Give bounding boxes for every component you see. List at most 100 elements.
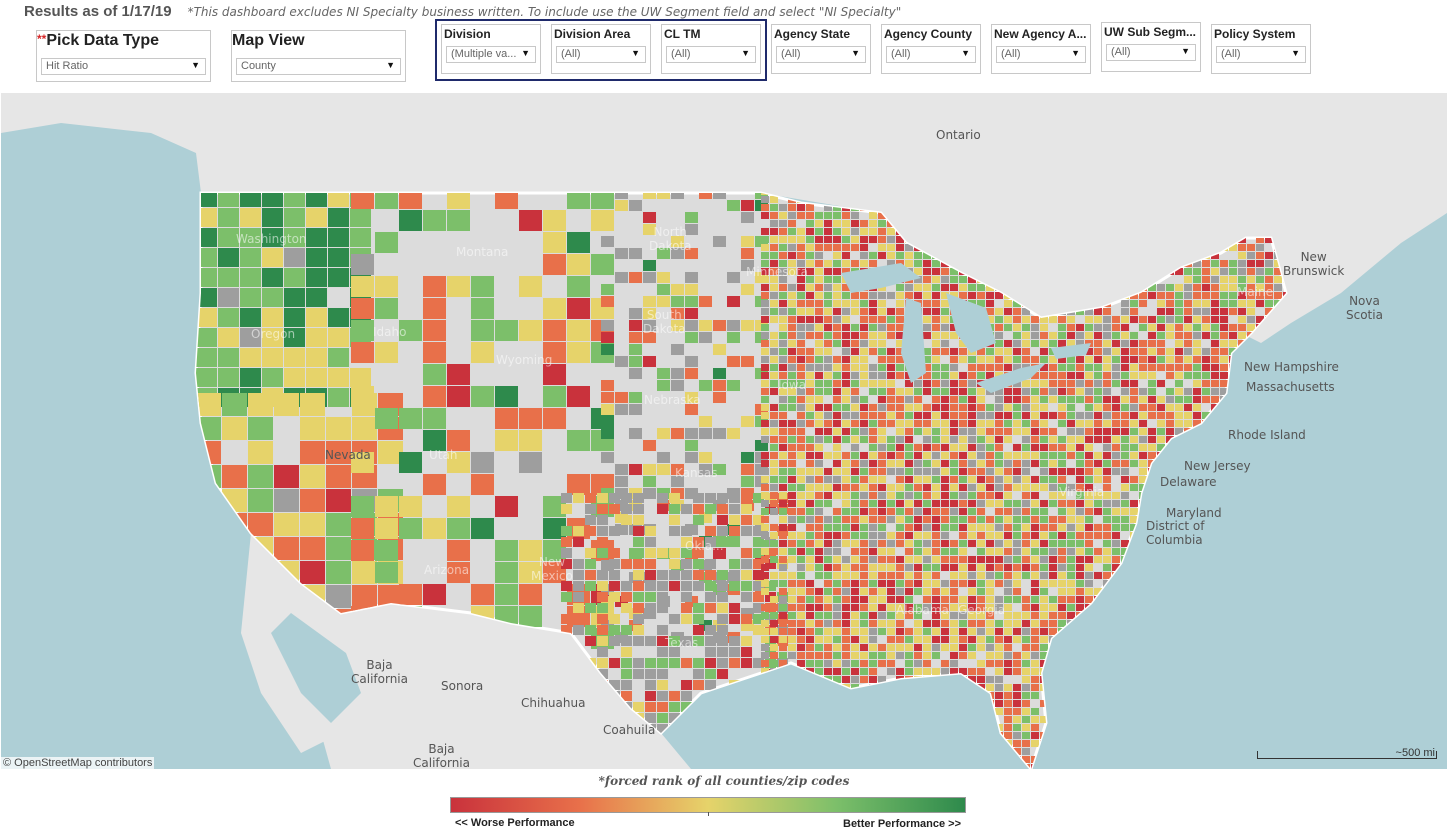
county-tile[interactable] [1247, 564, 1255, 571]
county-tile[interactable] [1067, 500, 1075, 507]
county-tile[interactable] [1031, 548, 1039, 555]
county-tile[interactable] [1166, 580, 1174, 587]
county-tile[interactable] [869, 468, 877, 475]
county-tile[interactable] [851, 444, 859, 451]
county-tile[interactable] [1274, 764, 1282, 769]
county-tile[interactable] [1112, 620, 1120, 627]
county-tile[interactable] [815, 572, 823, 579]
county-tile[interactable] [1085, 436, 1093, 443]
county-tile[interactable] [717, 625, 728, 635]
county-tile[interactable] [986, 628, 994, 635]
county-tile[interactable] [986, 420, 994, 427]
county-tile[interactable] [693, 559, 704, 569]
county-tile[interactable] [959, 356, 967, 363]
county-tile[interactable] [729, 735, 740, 745]
county-tile[interactable] [779, 684, 787, 691]
county-tile[interactable] [765, 757, 776, 767]
county-tile[interactable] [375, 540, 398, 561]
county-tile[interactable] [1121, 396, 1129, 403]
county-tile[interactable] [1067, 596, 1075, 603]
county-tile[interactable] [833, 548, 841, 555]
county-tile[interactable] [896, 596, 904, 603]
county-tile[interactable] [1022, 572, 1030, 579]
county-tile[interactable] [1067, 724, 1075, 731]
county-tile[interactable] [833, 588, 841, 595]
county-tile[interactable] [869, 748, 877, 755]
county-tile[interactable] [573, 592, 584, 602]
county-tile[interactable] [833, 508, 841, 515]
county-tile[interactable] [657, 603, 668, 613]
county-tile[interactable] [753, 713, 764, 723]
county-tile[interactable] [842, 236, 850, 243]
county-tile[interactable] [375, 408, 398, 429]
county-tile[interactable] [1013, 596, 1021, 603]
county-tile[interactable] [1112, 588, 1120, 595]
county-tile[interactable] [824, 580, 832, 587]
county-tile[interactable] [1157, 724, 1165, 731]
county-tile[interactable] [806, 380, 814, 387]
county-tile[interactable] [770, 596, 778, 603]
county-tile[interactable] [1229, 756, 1237, 763]
county-tile[interactable] [986, 492, 994, 499]
county-tile[interactable] [914, 564, 922, 571]
county-tile[interactable] [1274, 508, 1282, 515]
county-tile[interactable] [1004, 596, 1012, 603]
county-tile[interactable] [218, 348, 239, 367]
county-tile[interactable] [779, 668, 787, 675]
county-tile[interactable] [573, 625, 584, 635]
county-tile[interactable] [262, 348, 283, 367]
county-tile[interactable] [1184, 396, 1192, 403]
county-tile[interactable] [1211, 388, 1219, 395]
county-tile[interactable] [968, 292, 976, 299]
county-tile[interactable] [761, 644, 769, 651]
county-tile[interactable] [1094, 532, 1102, 539]
county-tile[interactable] [681, 691, 692, 701]
county-tile[interactable] [1265, 460, 1273, 467]
county-tile[interactable] [842, 436, 850, 443]
county-tile[interactable] [1031, 508, 1039, 515]
county-tile[interactable] [1256, 612, 1264, 619]
county-tile[interactable] [887, 356, 895, 363]
county-tile[interactable] [1148, 380, 1156, 387]
county-tile[interactable] [1067, 556, 1075, 563]
county-tile[interactable] [741, 581, 752, 591]
county-tile[interactable] [1103, 324, 1111, 331]
county-tile[interactable] [1004, 308, 1012, 315]
county-tile[interactable] [1148, 684, 1156, 691]
county-tile[interactable] [1283, 652, 1291, 659]
county-tile[interactable] [1166, 756, 1174, 763]
county-tile[interactable] [941, 676, 949, 683]
county-tile[interactable] [869, 476, 877, 483]
county-tile[interactable] [761, 428, 769, 435]
county-tile[interactable] [914, 516, 922, 523]
county-tile[interactable] [779, 588, 787, 595]
county-tile[interactable] [1148, 452, 1156, 459]
county-tile[interactable] [869, 484, 877, 491]
county-tile[interactable] [1184, 660, 1192, 667]
county-tile[interactable] [1130, 356, 1138, 363]
county-tile[interactable] [1283, 484, 1291, 491]
county-tile[interactable] [350, 368, 371, 387]
county-tile[interactable] [941, 700, 949, 707]
county-tile[interactable] [741, 212, 754, 223]
county-tile[interactable] [1193, 748, 1201, 755]
county-tile[interactable] [1283, 724, 1291, 731]
county-tile[interactable] [986, 364, 994, 371]
county-tile[interactable] [1076, 684, 1084, 691]
county-tile[interactable] [851, 292, 859, 299]
county-tile[interactable] [1283, 468, 1291, 475]
county-tile[interactable] [887, 588, 895, 595]
county-tile[interactable] [896, 436, 904, 443]
county-tile[interactable] [815, 444, 823, 451]
county-tile[interactable] [995, 460, 1003, 467]
county-tile[interactable] [851, 420, 859, 427]
county-tile[interactable] [1121, 484, 1129, 491]
county-tile[interactable] [860, 380, 868, 387]
county-tile[interactable] [1139, 748, 1147, 755]
county-tile[interactable] [968, 388, 976, 395]
county-tile[interactable] [1094, 340, 1102, 347]
county-tile[interactable] [1094, 332, 1102, 339]
county-tile[interactable] [1229, 604, 1237, 611]
county-tile[interactable] [1004, 340, 1012, 347]
county-tile[interactable] [1067, 764, 1075, 769]
